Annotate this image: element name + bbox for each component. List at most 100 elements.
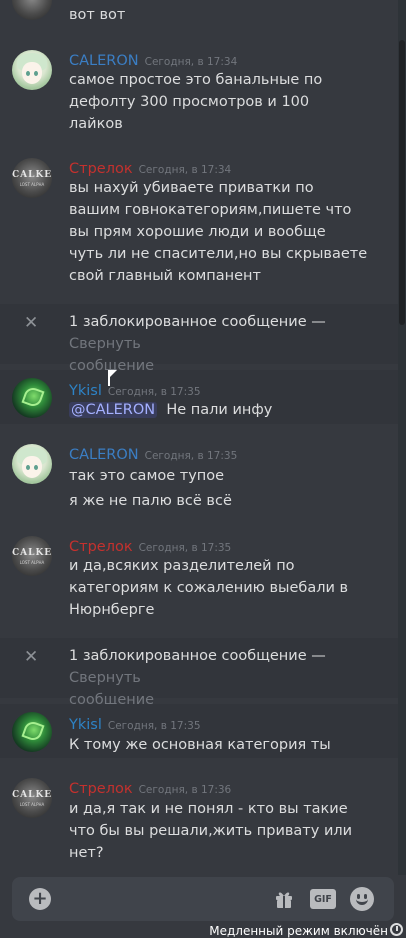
- message-line: я же не палю всё всё: [69, 493, 232, 509]
- message-text: вы нахуй убиваете приватки по вашим говн…: [69, 177, 389, 287]
- message-text: самое простое это банальные по дефолту 3…: [69, 69, 369, 135]
- message-line: так это самое тупое: [69, 468, 225, 484]
- avatar-eye: [34, 465, 38, 470]
- blocked-text: 1 заблокированное сообщение — Свернуть со…: [69, 311, 379, 377]
- close-icon[interactable]: ✕: [24, 647, 38, 667]
- author-name[interactable]: Стрелок: [69, 539, 133, 555]
- message-header: Стрелок Сегодня, в 17:35: [69, 536, 231, 555]
- message-item: CALKER LOST ALPHA Стрелок Сегодня, в 17:3…: [0, 150, 398, 295]
- message-line: категориям к сожалению выебали в: [69, 580, 349, 596]
- author-name[interactable]: Стрелок: [69, 781, 133, 797]
- blocked-label: 1 заблокированное сообщение —: [69, 314, 326, 330]
- avatar-subtitle: LOST ALPHA: [19, 182, 45, 187]
- message-list[interactable]: CALKER вот вот CALERON Сегодня, в 17:34 с…: [0, 0, 406, 875]
- message-text: и да,всяких разделителей по категориям к…: [69, 555, 369, 621]
- author-name[interactable]: Ykisl: [69, 717, 102, 733]
- avatar-face: [22, 456, 42, 478]
- message-header: Стрелок Сегодня, в 17:34: [69, 158, 231, 177]
- avatar-logo: CALKER: [12, 170, 52, 180]
- message-line: нет?: [69, 845, 104, 861]
- scrollbar-track[interactable]: [398, 0, 406, 875]
- timestamp: Сегодня, в 17:35: [138, 542, 232, 554]
- message-line: вот вот: [69, 7, 126, 23]
- message-composer[interactable]: + GIF: [12, 877, 394, 921]
- blocked-message-notice: ✕ 1 заблокированное сообщение — Свернуть…: [0, 304, 398, 374]
- message-line: К тому же основная категория ты: [69, 737, 331, 753]
- avatar-face: [22, 62, 42, 84]
- avatar-leaf: [21, 719, 45, 743]
- avatar-eye: [26, 465, 30, 470]
- user-mention[interactable]: @CALERON: [69, 402, 158, 418]
- message-item: CALERON Сегодня, в 17:34 самое простое эт…: [0, 42, 398, 140]
- author-name[interactable]: CALERON: [69, 447, 139, 463]
- message-text: @CALERON Не пали инфу: [69, 399, 369, 421]
- emoji-mouth: [356, 899, 368, 905]
- message-item: CALKER вот вот: [0, 0, 398, 30]
- message-text: так это самое тупое я же не палю всё всё: [69, 465, 369, 512]
- message-header: Ykisl Сегодня, в 17:35: [69, 380, 201, 399]
- author-name[interactable]: Стрелок: [69, 161, 133, 177]
- collapse-label: Свернуть: [69, 336, 141, 352]
- scrollbar-thumb[interactable]: [399, 40, 405, 325]
- message-line: чуть ли не спасители,но вы скрываете: [69, 246, 368, 262]
- author-avatar[interactable]: CALKER LOST ALPHA: [12, 778, 52, 818]
- message-item: CALKER LOST ALPHA Стрелок Сегодня, в 17:3…: [0, 770, 398, 870]
- avatar-subtitle: LOST ALPHA: [19, 560, 45, 565]
- collapse-link[interactable]: Свернуть сообщение: [69, 336, 154, 374]
- timestamp: Сегодня, в 17:34: [144, 56, 238, 68]
- author-avatar[interactable]: CALKER: [12, 0, 52, 20]
- collapse-link[interactable]: Свернуть сообщение: [69, 670, 154, 708]
- message-line: вы нахуй убиваете приватки по: [69, 180, 314, 196]
- emoji-icon[interactable]: [350, 887, 374, 911]
- attach-plus-icon[interactable]: +: [29, 888, 51, 910]
- message-item: CALERON Сегодня, в 17:35 так это самое ту…: [0, 436, 398, 516]
- timestamp: Сегодня, в 17:36: [138, 784, 232, 796]
- gift-icon[interactable]: [273, 888, 295, 910]
- timestamp: Сегодня, в 17:34: [138, 164, 232, 176]
- message-text: вот вот: [69, 4, 369, 26]
- message-header: Ykisl Сегодня, в 17:35: [69, 714, 201, 733]
- author-avatar[interactable]: [12, 378, 52, 418]
- message-line: вы прям хорошие люди и вообще: [69, 224, 326, 240]
- message-item: Ykisl Сегодня, в 17:35 @CALERON Не пали и…: [0, 370, 398, 424]
- author-avatar[interactable]: [12, 50, 52, 90]
- collapse-label: Свернуть: [69, 670, 141, 686]
- avatar-eye: [34, 71, 38, 76]
- timestamp: Сегодня, в 17:35: [107, 386, 201, 398]
- chat-app: CALKER вот вот CALERON Сегодня, в 17:34 с…: [0, 0, 406, 938]
- avatar-eye: [26, 71, 30, 76]
- author-avatar[interactable]: CALKER LOST ALPHA: [12, 536, 52, 576]
- author-avatar[interactable]: [12, 712, 52, 752]
- gif-button[interactable]: GIF: [310, 889, 336, 909]
- avatar-leaf: [21, 385, 45, 409]
- message-line: Нюрнберге: [69, 602, 155, 618]
- blocked-message-notice: ✕ 1 заблокированное сообщение — Свернуть…: [0, 638, 398, 708]
- avatar-logo: CALKER: [12, 0, 52, 2]
- message-line: и да,я так и не понял - кто вы такие: [69, 801, 348, 817]
- blocked-label: 1 заблокированное сообщение —: [69, 648, 326, 664]
- avatar-subtitle: LOST ALPHA: [19, 802, 45, 807]
- blocked-text: 1 заблокированное сообщение — Свернуть со…: [69, 645, 379, 711]
- author-name[interactable]: Ykisl: [69, 383, 102, 399]
- message-text: К тому же основная категория ты: [69, 734, 369, 756]
- message-text: и да,я так и не понял - кто вы такие что…: [69, 798, 389, 864]
- message-line: вашим говнокатегориям,пишете что: [69, 202, 352, 218]
- message-line: свой главный компанент: [69, 268, 261, 284]
- author-avatar[interactable]: [12, 444, 52, 484]
- mouse-cursor: [108, 370, 117, 386]
- message-line: Не пали инфу: [166, 402, 273, 418]
- message-item: CALKER LOST ALPHA Стрелок Сегодня, в 17:3…: [0, 528, 398, 628]
- author-name[interactable]: CALERON: [69, 53, 139, 69]
- timestamp: Сегодня, в 17:35: [144, 450, 238, 462]
- message-line: самое простое это банальные по: [69, 72, 323, 88]
- message-header: CALERON Сегодня, в 17:35: [69, 444, 237, 463]
- message-line: что бы вы решали,жить привату или: [69, 823, 353, 839]
- timestamp: Сегодня, в 17:35: [107, 720, 201, 732]
- slowmode-indicator: Медленный режим включён: [209, 924, 388, 938]
- author-avatar[interactable]: CALKER LOST ALPHA: [12, 158, 52, 198]
- message-header: CALERON Сегодня, в 17:34: [69, 50, 237, 69]
- message-header: Стрелок Сегодня, в 17:36: [69, 778, 231, 797]
- stopwatch-icon: [390, 923, 403, 936]
- gift-svg: [276, 892, 292, 908]
- close-icon[interactable]: ✕: [24, 313, 38, 333]
